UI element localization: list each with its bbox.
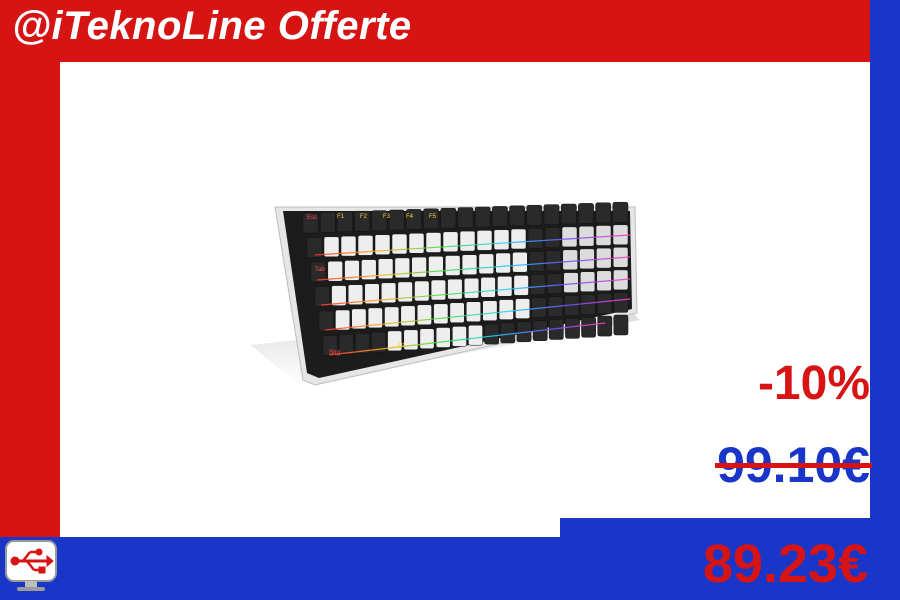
keycap xyxy=(416,304,432,326)
keycap xyxy=(581,317,596,338)
keycap xyxy=(403,329,419,351)
keycap xyxy=(442,231,459,253)
keycap xyxy=(318,310,334,332)
keycap xyxy=(498,299,514,320)
keycap xyxy=(513,275,529,296)
keycap xyxy=(335,309,351,331)
keycap xyxy=(544,227,561,248)
keycap xyxy=(561,226,578,248)
svg-text:F1: F1 xyxy=(337,214,345,220)
keycap xyxy=(394,257,410,279)
keycap xyxy=(500,322,516,344)
keycap xyxy=(482,300,498,321)
keycap xyxy=(495,252,511,274)
keycap xyxy=(565,318,580,339)
keycap xyxy=(411,256,427,278)
keycap xyxy=(457,207,474,228)
keycap xyxy=(314,286,330,307)
keycap xyxy=(595,225,612,246)
keycap xyxy=(529,251,545,272)
keycap xyxy=(578,203,594,224)
keycap xyxy=(447,278,463,300)
keycap xyxy=(530,274,546,295)
keycap xyxy=(425,232,442,253)
keycap xyxy=(613,292,629,313)
svg-text:F3: F3 xyxy=(383,214,391,220)
keycap xyxy=(526,204,543,226)
keycap xyxy=(461,254,478,275)
svg-text:F5: F5 xyxy=(429,214,437,220)
keycap xyxy=(527,228,544,249)
keycap xyxy=(474,206,491,228)
keycap xyxy=(452,326,467,347)
keycap xyxy=(546,273,562,294)
keycap xyxy=(613,314,629,336)
new-price: 89.23€ xyxy=(702,534,868,594)
keycap xyxy=(463,277,480,299)
right-band xyxy=(870,0,900,600)
keycap xyxy=(435,327,451,348)
svg-text:F4: F4 xyxy=(406,214,414,220)
svg-text:Esc: Esc xyxy=(307,215,317,221)
keycap xyxy=(374,234,391,255)
keycap xyxy=(497,276,513,297)
keycap xyxy=(580,294,596,315)
keycap xyxy=(612,201,629,223)
svg-text:F2: F2 xyxy=(360,214,368,220)
keycap xyxy=(579,248,595,270)
keyboard-image: Esc F1 F2 F3 F4 F5 Tab Strg Alt xyxy=(250,201,640,386)
left-band xyxy=(0,0,60,537)
keycap xyxy=(509,205,525,227)
discount-badge: -10% xyxy=(757,357,870,410)
keycap xyxy=(563,272,579,293)
keycap xyxy=(338,334,354,355)
keycap xyxy=(433,303,449,325)
keycap xyxy=(493,229,510,250)
keycap xyxy=(319,212,336,233)
keycap xyxy=(466,301,481,322)
keycap xyxy=(400,305,416,327)
keycap xyxy=(480,277,496,298)
svg-text:Strg: Strg xyxy=(329,350,340,356)
strikethrough-line xyxy=(715,463,872,468)
keycap xyxy=(512,251,528,273)
keycap xyxy=(562,249,578,271)
keycap xyxy=(597,293,612,314)
svg-text:Tab: Tab xyxy=(315,267,325,273)
keycap xyxy=(408,233,425,254)
keycap xyxy=(478,253,494,275)
keycap xyxy=(560,203,577,225)
keycap xyxy=(391,233,408,255)
keycap xyxy=(484,323,500,345)
keycap xyxy=(445,255,461,276)
keycap xyxy=(449,302,465,323)
svg-text:Alt: Alt xyxy=(397,343,404,349)
keycap xyxy=(414,280,430,302)
keycap xyxy=(476,230,493,251)
keycap xyxy=(578,225,595,247)
keycap xyxy=(428,256,444,277)
keycap xyxy=(388,209,405,231)
keycap xyxy=(459,230,476,252)
keycap xyxy=(430,279,446,301)
keycap xyxy=(545,250,562,271)
keycap xyxy=(595,202,612,224)
keycap xyxy=(440,207,457,229)
usb-monitor-icon xyxy=(5,540,57,591)
old-price: 99.10€ xyxy=(715,436,872,494)
keycap xyxy=(419,328,435,349)
keycap xyxy=(515,298,531,319)
keycap xyxy=(543,204,560,225)
keycap xyxy=(468,324,483,346)
keycap xyxy=(510,228,527,250)
keycap xyxy=(597,315,613,337)
brand-title: @iTeknoLine Offerte xyxy=(12,4,412,48)
keycap xyxy=(492,206,508,227)
